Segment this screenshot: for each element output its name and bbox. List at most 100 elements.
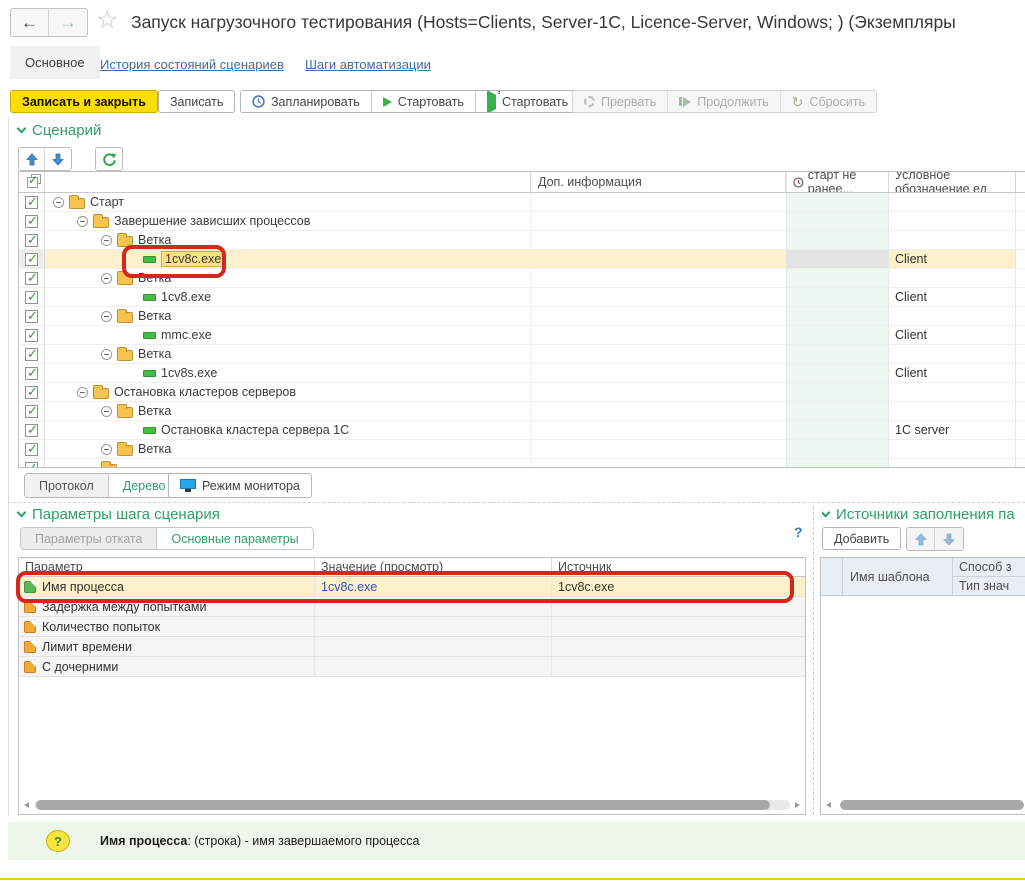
tree-cell: Ветка xyxy=(45,231,531,249)
interrupt-button[interactable]: Прервать xyxy=(573,91,668,112)
table-row[interactable]: mmc.exeClient xyxy=(19,326,1025,345)
column-header-source[interactable]: Источник xyxy=(551,558,805,576)
params-table: Параметр Значение (просмотр) Источник Им… xyxy=(18,557,806,815)
column-header-checkbox[interactable]: ✓ xyxy=(19,172,45,192)
scroll-thumb[interactable] xyxy=(840,800,1024,810)
schedule-label: Запланировать xyxy=(271,95,360,109)
move-up-button[interactable] xyxy=(19,148,45,170)
table-row[interactable]: Завершение зависших процессов xyxy=(19,212,1025,231)
row-checkbox[interactable] xyxy=(19,364,45,382)
tab-protocol[interactable]: Протокол xyxy=(25,474,109,497)
table-row[interactable]: Старт xyxy=(19,193,1025,212)
row-checkbox[interactable] xyxy=(19,212,45,230)
refresh-button[interactable] xyxy=(95,147,123,171)
row-checkbox[interactable] xyxy=(19,193,45,211)
forward-button[interactable]: → xyxy=(49,9,87,36)
table-row[interactable]: Ветка xyxy=(19,345,1025,364)
sources-h-scrollbar[interactable] xyxy=(824,799,1022,811)
sources-up-button[interactable] xyxy=(907,528,935,550)
table-row[interactable]: 1cv8s.exeClient xyxy=(19,364,1025,383)
checkbox-checked-icon xyxy=(25,367,38,380)
column-header-fill-method[interactable]: Способ з xyxy=(953,558,1025,577)
column-header-tree[interactable] xyxy=(45,172,531,192)
table-row[interactable] xyxy=(19,459,1025,468)
column-header-value[interactable]: Значение (просмотр) xyxy=(314,558,551,576)
table-row[interactable]: 1cv8.exeClient xyxy=(19,288,1025,307)
param-tag-icon xyxy=(24,641,36,653)
expander-icon xyxy=(101,311,112,322)
row-checkbox[interactable] xyxy=(19,231,45,249)
move-down-button[interactable] xyxy=(45,148,71,170)
start-time-cell xyxy=(786,345,889,363)
params-h-scrollbar[interactable] xyxy=(22,799,802,811)
tab-rollback-params[interactable]: Параметры отката xyxy=(21,528,157,549)
row-checkbox[interactable] xyxy=(19,307,45,325)
tab-main-params[interactable]: Основные параметры xyxy=(157,528,312,549)
checkbox-checked-icon xyxy=(25,348,38,361)
column-header-start[interactable]: старт не ранее... xyxy=(786,172,889,192)
save-close-button[interactable]: Записать и закрыть xyxy=(10,90,158,113)
table-row[interactable]: Ветка xyxy=(19,231,1025,250)
table-row[interactable]: 1cv8c.exeClient xyxy=(19,250,1025,269)
column-header-start-label: старт не ранее... xyxy=(808,172,888,192)
start-button[interactable]: Стартовать xyxy=(372,91,476,112)
start-time-cell xyxy=(786,383,889,401)
help-link[interactable]: ? xyxy=(794,524,803,540)
table-row[interactable]: Задержка между попытками xyxy=(19,597,805,617)
row-checkbox[interactable] xyxy=(19,326,45,344)
row-checkbox[interactable] xyxy=(19,383,45,401)
column-header-parameter[interactable]: Параметр xyxy=(19,558,314,576)
unit-cell: 1C server xyxy=(889,421,1016,439)
row-checkbox[interactable] xyxy=(19,269,45,287)
table-row[interactable]: С дочерними xyxy=(19,657,805,677)
scroll-left-arrow-icon[interactable] xyxy=(24,802,29,808)
row-checkbox[interactable] xyxy=(19,250,45,268)
param-tag-icon xyxy=(24,661,36,673)
scroll-thumb[interactable] xyxy=(36,800,770,810)
folder-icon xyxy=(93,388,109,399)
table-row[interactable]: Имя процесса1cv8c.exe1cv8c.exe xyxy=(19,577,805,597)
continue-button[interactable]: Продолжить xyxy=(668,91,780,112)
section-scenario-header[interactable]: Сценарий xyxy=(18,122,101,139)
table-row[interactable]: Ветка xyxy=(19,307,1025,326)
link-scenario-state-history[interactable]: История состояний сценариев xyxy=(100,57,284,72)
section-sources-header[interactable]: Источники заполнения па xyxy=(822,506,1022,523)
extra-cell xyxy=(1016,383,1025,401)
column-header-value-type[interactable]: Тип знач xyxy=(953,577,1025,595)
row-checkbox[interactable] xyxy=(19,421,45,439)
tab-osnovnoe[interactable]: Основное xyxy=(10,46,100,79)
status-bar: ? Имя процесса: (строка) - имя завершаем… xyxy=(8,822,1025,860)
panel-splitter[interactable] xyxy=(813,507,814,815)
back-button[interactable]: ← xyxy=(11,9,49,36)
step-icon xyxy=(143,256,156,263)
table-row[interactable]: Ветка xyxy=(19,440,1025,459)
table-row[interactable]: Лимит времени xyxy=(19,637,805,657)
section-step-params-header[interactable]: Параметры шага сценария xyxy=(18,506,220,523)
row-checkbox[interactable] xyxy=(19,288,45,306)
table-row[interactable]: Остановка кластеров серверов xyxy=(19,383,1025,402)
save-button[interactable]: Записать xyxy=(158,90,235,113)
row-checkbox[interactable] xyxy=(19,459,45,468)
table-row[interactable]: Остановка кластера сервера 1С1C server xyxy=(19,421,1025,440)
row-checkbox[interactable] xyxy=(19,440,45,458)
row-checkbox[interactable] xyxy=(19,345,45,363)
row-checkbox[interactable] xyxy=(19,402,45,420)
form-left-edge xyxy=(8,118,9,816)
column-header-template-name[interactable]: Имя шаблона xyxy=(843,558,953,595)
sources-down-button[interactable] xyxy=(935,528,963,550)
schedule-button[interactable]: Запланировать xyxy=(241,91,372,112)
reset-button[interactable]: ↻ Сбросить xyxy=(781,91,876,112)
scroll-left-arrow-icon[interactable] xyxy=(826,802,831,808)
link-automation-steps[interactable]: Шаги автоматизации xyxy=(305,57,431,72)
table-row[interactable]: Ветка xyxy=(19,402,1025,421)
favorite-star-icon[interactable]: ☆ xyxy=(96,8,118,33)
table-row[interactable]: Количество попыток xyxy=(19,617,805,637)
column-header-unit[interactable]: Условное обозначение ед xyxy=(889,172,1016,192)
add-button[interactable]: Добавить xyxy=(822,527,901,550)
table-row[interactable]: Ветка xyxy=(19,269,1025,288)
scroll-right-arrow-icon[interactable] xyxy=(795,802,800,808)
monitor-mode-button[interactable]: Режим монитора xyxy=(168,473,312,498)
control-button-group: Прервать Продолжить ↻ Сбросить xyxy=(572,90,877,113)
column-header-info[interactable]: Доп. информация xyxy=(531,172,786,192)
clock-icon xyxy=(793,176,804,189)
